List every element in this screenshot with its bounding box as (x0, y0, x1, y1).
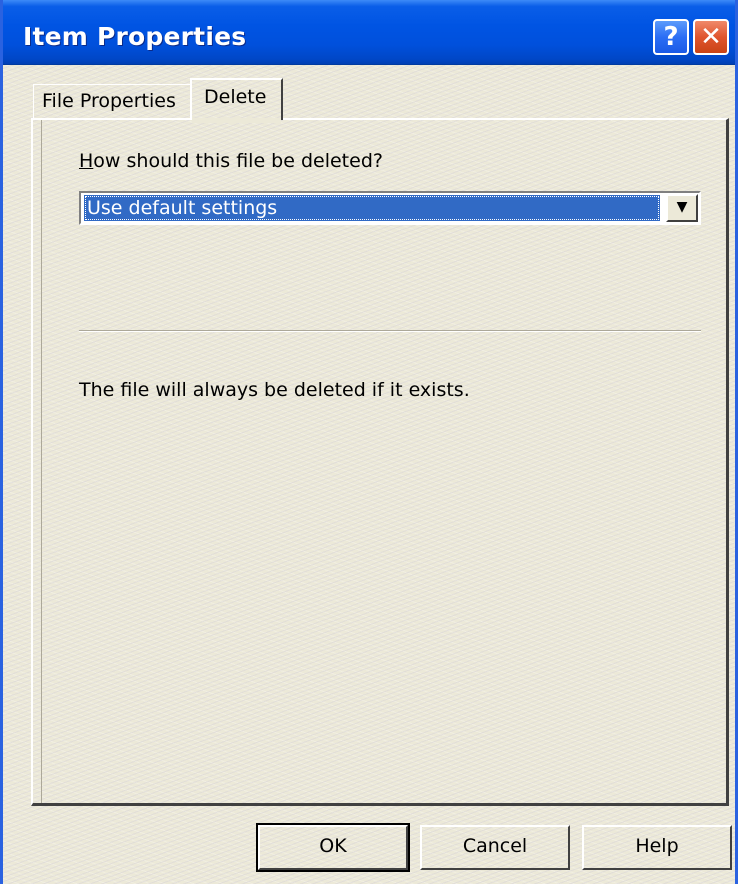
cancel-button[interactable]: Cancel (420, 825, 570, 870)
delete-method-label: How should this file be deleted? (79, 150, 383, 172)
tab-file-properties[interactable]: File Properties (33, 84, 191, 118)
item-properties-dialog: Item Properties ? ✕ File Properties Dele… (0, 0, 738, 884)
delete-info-text: The file will always be deleted if it ex… (79, 379, 470, 401)
help-button[interactable]: Help (582, 825, 732, 870)
chevron-down-icon[interactable]: ▼ (666, 194, 698, 222)
close-icon[interactable]: ✕ (693, 19, 729, 55)
mnemonic-letter: H (79, 150, 94, 172)
separator (79, 330, 701, 332)
dropdown-selected-value[interactable]: Use default settings (84, 195, 660, 221)
question-text: ow should this file be deleted? (93, 150, 383, 172)
ok-button[interactable]: OK (256, 823, 410, 872)
tab-delete-label: Delete (204, 86, 267, 108)
tab-file-properties-label: File Properties (42, 90, 176, 112)
delete-method-dropdown[interactable]: Use default settings ▼ (79, 191, 701, 225)
help-question-icon[interactable]: ? (653, 19, 689, 55)
tab-delete[interactable]: Delete (190, 78, 283, 123)
title-bar[interactable]: Item Properties ? ✕ (3, 0, 735, 65)
window-title: Item Properties (23, 22, 247, 51)
